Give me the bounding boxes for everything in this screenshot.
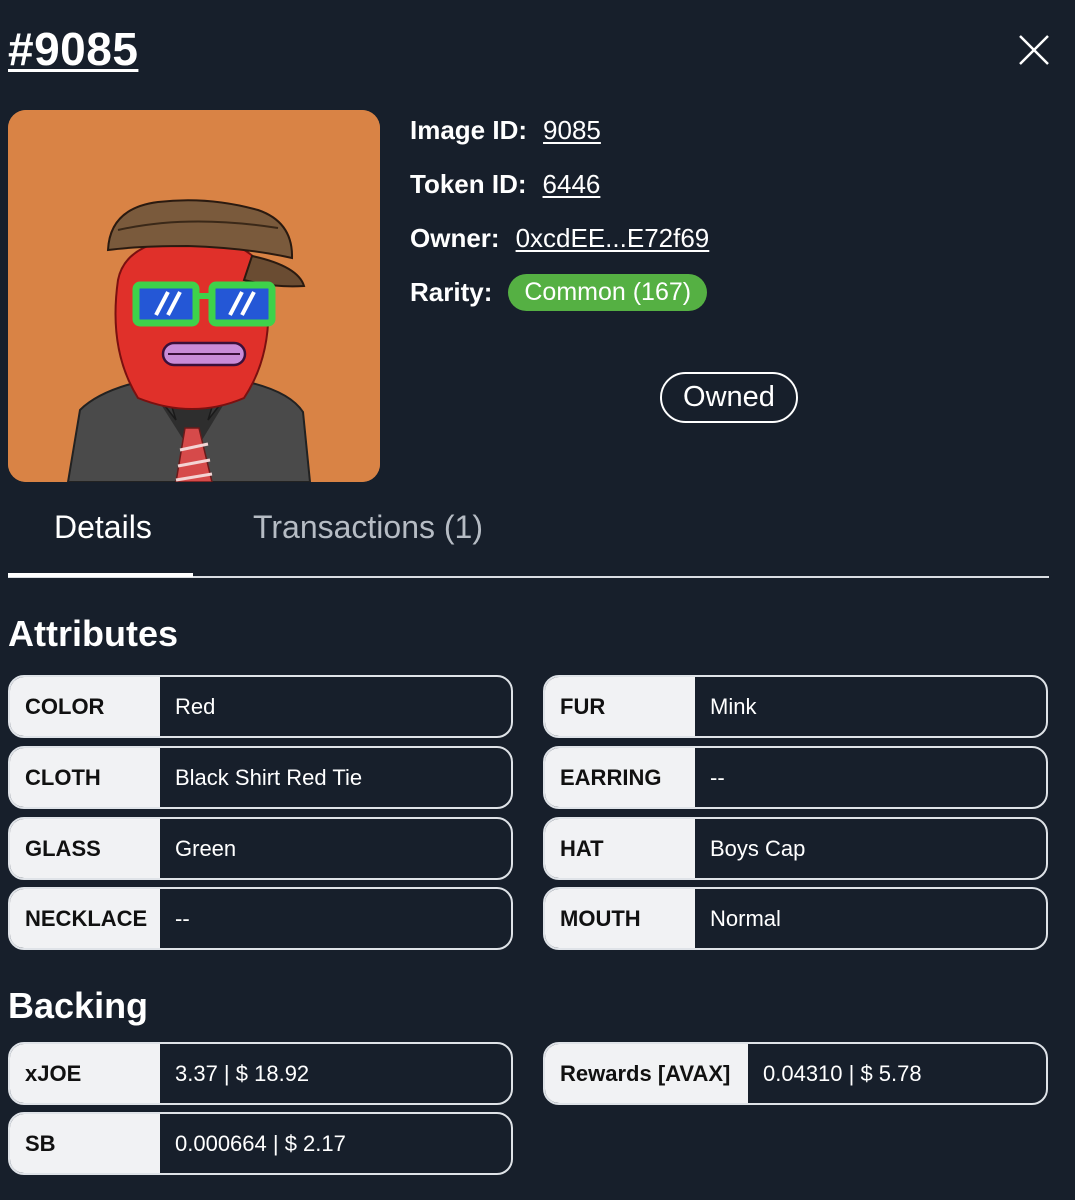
rarity-label: Rarity: [410, 276, 493, 307]
attribute-earring: EARRING -- [543, 746, 1048, 809]
attribute-hat: HAT Boys Cap [543, 817, 1048, 880]
tab-bar: Details Transactions (1) [8, 495, 1049, 579]
tab-transactions[interactable]: Transactions (1) [253, 509, 483, 546]
backing-key: SB [10, 1114, 160, 1173]
attribute-value: Green [175, 835, 237, 861]
attribute-color: COLOR Red [8, 675, 513, 738]
attribute-value: -- [710, 764, 725, 790]
attribute-glass: GLASS Green [8, 817, 513, 880]
attribute-key: NECKLACE [10, 889, 160, 948]
attribute-key: GLASS [10, 819, 160, 878]
backing-value: 3.37 | $ 18.92 [175, 1060, 310, 1086]
owner-row: Owner: 0xcdEE...E72f69 [410, 218, 709, 258]
page-title[interactable]: #9085 [8, 22, 138, 76]
image-id-row: Image ID: 9085 [410, 110, 709, 150]
close-icon[interactable] [1014, 32, 1054, 68]
backing-value: 0.000664 | $ 2.17 [175, 1130, 346, 1156]
attribute-key: CLOTH [10, 748, 160, 807]
owner-address-link[interactable]: 0xcdEE...E72f69 [516, 223, 710, 254]
attribute-value: Black Shirt Red Tie [175, 764, 363, 790]
token-id-link[interactable]: 6446 [543, 169, 601, 200]
token-info: Image ID: 9085 Token ID: 6446 Owner: 0xc… [410, 110, 709, 326]
token-id-label: Token ID: [410, 168, 527, 199]
attribute-value: Mink [710, 693, 757, 719]
backing-xjoe: xJOE 3.37 | $ 18.92 [8, 1042, 513, 1105]
rarity-badge: Common (167) [508, 273, 708, 311]
owned-button[interactable]: Owned [660, 372, 798, 423]
image-id-link[interactable]: 9085 [543, 115, 601, 146]
token-id-row: Token ID: 6446 [410, 164, 709, 204]
image-id-label: Image ID: [410, 114, 528, 145]
attributes-heading: Attributes [8, 613, 178, 654]
attribute-key: COLOR [10, 677, 160, 736]
attribute-key: FUR [545, 677, 695, 736]
attribute-key: HAT [545, 819, 695, 878]
owner-label: Owner: [410, 222, 500, 253]
active-tab-indicator [8, 573, 193, 577]
attribute-key: MOUTH [545, 889, 695, 948]
attribute-fur: FUR Mink [543, 675, 1048, 738]
attribute-value: Boys Cap [710, 835, 806, 861]
rarity-row: Rarity: Common (167) [410, 272, 709, 312]
attribute-value: -- [175, 905, 190, 931]
backing-sb: SB 0.000664 | $ 2.17 [8, 1112, 513, 1175]
attribute-value: Normal [710, 905, 781, 931]
tab-details[interactable]: Details [54, 509, 152, 546]
backing-heading: Backing [8, 985, 149, 1026]
attribute-cloth: CLOTH Black Shirt Red Tie [8, 746, 513, 809]
backing-rewards-avax: Rewards [AVAX] 0.04310 | $ 5.78 [543, 1042, 1048, 1105]
attribute-necklace: NECKLACE -- [8, 887, 513, 950]
attribute-key: EARRING [545, 748, 695, 807]
attribute-mouth: MOUTH Normal [543, 887, 1048, 950]
backing-value: 0.04310 | $ 5.78 [763, 1060, 922, 1086]
backing-key: Rewards [AVAX] [545, 1044, 748, 1103]
nft-detail-modal: #9085 Image ID: 9085 Token ID: 6446 Owne… [0, 0, 1075, 1200]
backing-key: xJOE [10, 1044, 160, 1103]
attribute-value: Red [175, 693, 216, 719]
nft-image [8, 110, 380, 482]
